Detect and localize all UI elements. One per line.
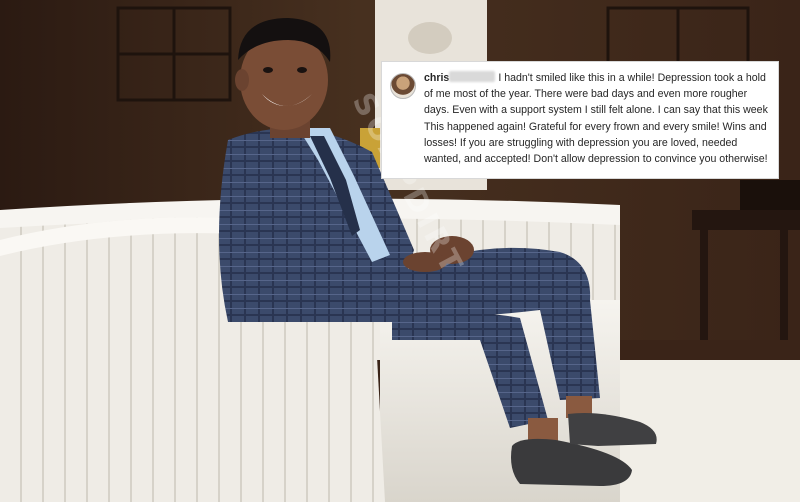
instagram-caption-card: chris I hadn't smiled like this in a whil… xyxy=(381,61,779,179)
avatar[interactable] xyxy=(390,73,416,99)
side-table xyxy=(692,210,800,230)
username[interactable]: chris xyxy=(424,72,449,84)
caption-text: chris I hadn't smiled like this in a whil… xyxy=(424,70,768,167)
cabinet-decoration xyxy=(408,22,452,54)
caption-body: I hadn't smiled like this in a while! De… xyxy=(424,72,768,166)
blurred-username xyxy=(449,71,496,82)
chair-back xyxy=(740,180,800,210)
